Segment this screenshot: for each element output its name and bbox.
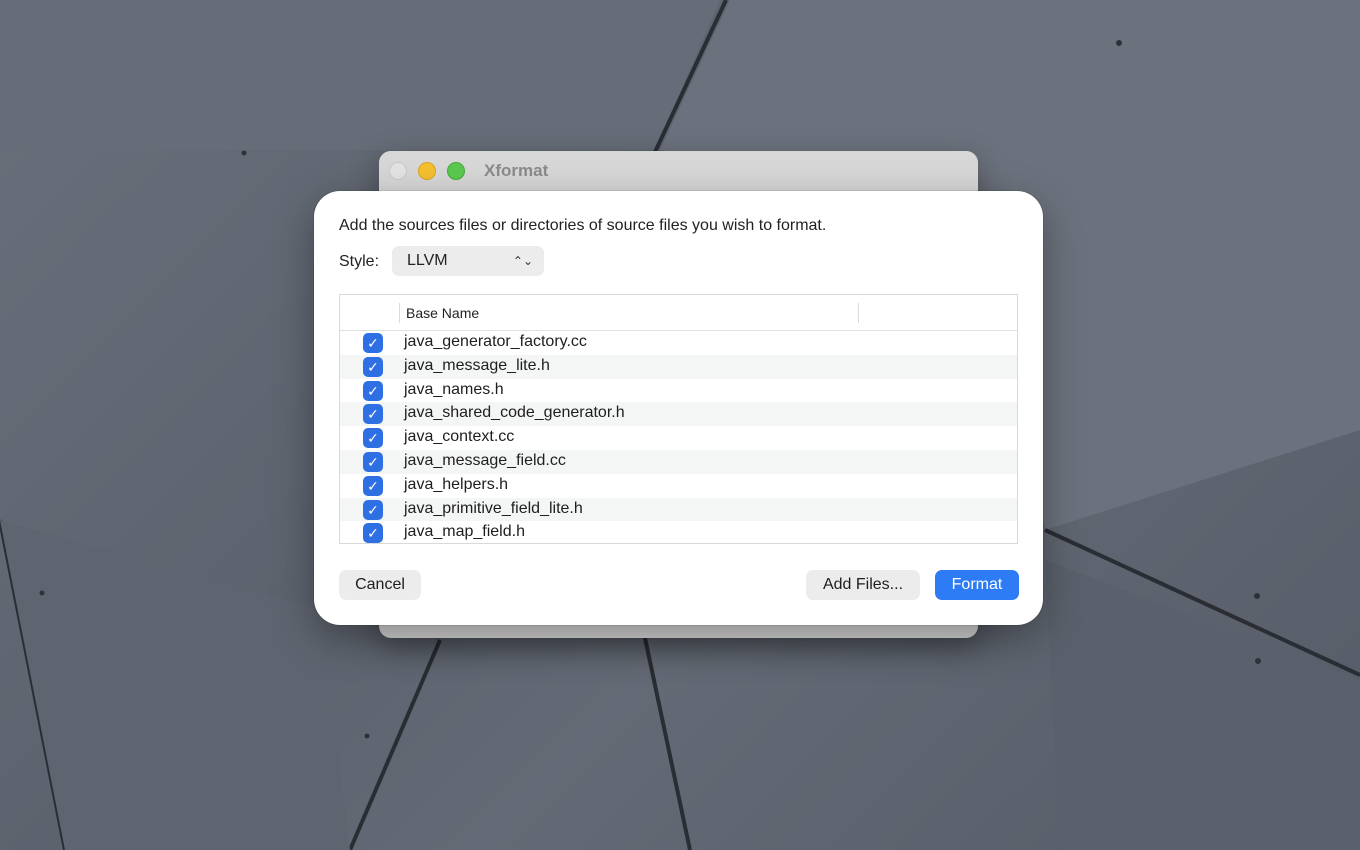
table-row[interactable]: ✓ java_message_lite.h [340, 354, 1017, 379]
table-row[interactable]: ✓ java_generator_factory.cc [340, 331, 1017, 355]
column-separator[interactable] [399, 303, 400, 323]
sheet-prompt: Add the sources files or directories of … [339, 217, 827, 234]
add-files-button[interactable]: Add Files... [806, 570, 920, 600]
table-rows: ✓ java_generator_factory.cc ✓ java_message_… [340, 331, 1017, 543]
checkmark-icon: ✓ [367, 406, 379, 423]
row-checkbox[interactable]: ✓ [363, 523, 383, 543]
minimize-window-button[interactable] [418, 162, 436, 180]
file-name: java_context.cc [404, 428, 515, 446]
file-name: java_shared_code_generator.h [404, 404, 625, 422]
checkmark-icon: ✓ [367, 525, 379, 542]
file-name: java_generator_factory.cc [404, 333, 587, 350]
file-name: java_names.h [404, 380, 504, 398]
table-row[interactable]: ✓ java_message_field.cc [340, 449, 1017, 474]
style-label: Style: [339, 253, 380, 270]
checkmark-icon: ✓ [367, 453, 379, 470]
file-name: java_map_field.h [404, 523, 525, 541]
column-separator[interactable] [858, 303, 859, 323]
file-name: java_message_field.cc [404, 451, 566, 469]
close-window-button[interactable] [389, 162, 407, 180]
row-checkbox[interactable]: ✓ [363, 356, 383, 377]
row-checkbox[interactable]: ✓ [363, 404, 383, 425]
row-checkbox[interactable]: ✓ [363, 475, 383, 496]
row-checkbox[interactable]: ✓ [363, 333, 383, 353]
table-row[interactable]: ✓ java_context.cc [340, 426, 1017, 450]
column-header-base-name[interactable]: Base Name [406, 305, 479, 321]
checkmark-icon: ✓ [367, 335, 379, 351]
checkmark-icon: ✓ [367, 501, 379, 518]
desktop: Xformat Add the sources files or directo… [0, 0, 1360, 850]
table-row[interactable]: ✓ java_shared_code_generator.h [340, 402, 1017, 427]
table-row[interactable]: ✓ java_primitive_field_lite.h [340, 497, 1017, 522]
table-row[interactable]: ✓ java_names.h [340, 379, 1017, 403]
checkmark-icon: ✓ [367, 477, 379, 494]
checkmark-icon: ✓ [367, 358, 379, 375]
file-name: java_message_lite.h [404, 356, 550, 374]
file-name: java_primitive_field_lite.h [404, 499, 583, 517]
checkmark-icon: ✓ [367, 430, 379, 447]
style-select[interactable]: LLVM ⌃⌄ [392, 246, 544, 276]
row-checkbox[interactable]: ✓ [363, 451, 383, 472]
window-title: Xformat [484, 161, 549, 180]
row-checkbox[interactable]: ✓ [363, 428, 383, 449]
files-table[interactable]: Base Name ✓ java_generator_factory.cc ✓ jav… [339, 294, 1018, 544]
row-checkbox[interactable]: ✓ [363, 499, 383, 520]
style-select-value: LLVM [407, 252, 448, 269]
format-sheet: Add the sources files or directories of … [314, 191, 1043, 625]
table-row[interactable]: ✓ java_map_field.h [340, 521, 1017, 543]
up-down-chevron-icon: ⌃⌄ [512, 254, 533, 268]
table-header: Base Name [340, 295, 1017, 331]
title-bar [379, 151, 978, 191]
table-row[interactable]: ✓ java_helpers.h [340, 474, 1017, 498]
checkmark-icon: ✓ [367, 382, 379, 399]
row-checkbox[interactable]: ✓ [363, 380, 383, 401]
zoom-window-button[interactable] [447, 162, 465, 180]
format-button[interactable]: Format [935, 570, 1019, 600]
file-name: java_helpers.h [404, 475, 509, 493]
cancel-button[interactable]: Cancel [339, 570, 421, 600]
